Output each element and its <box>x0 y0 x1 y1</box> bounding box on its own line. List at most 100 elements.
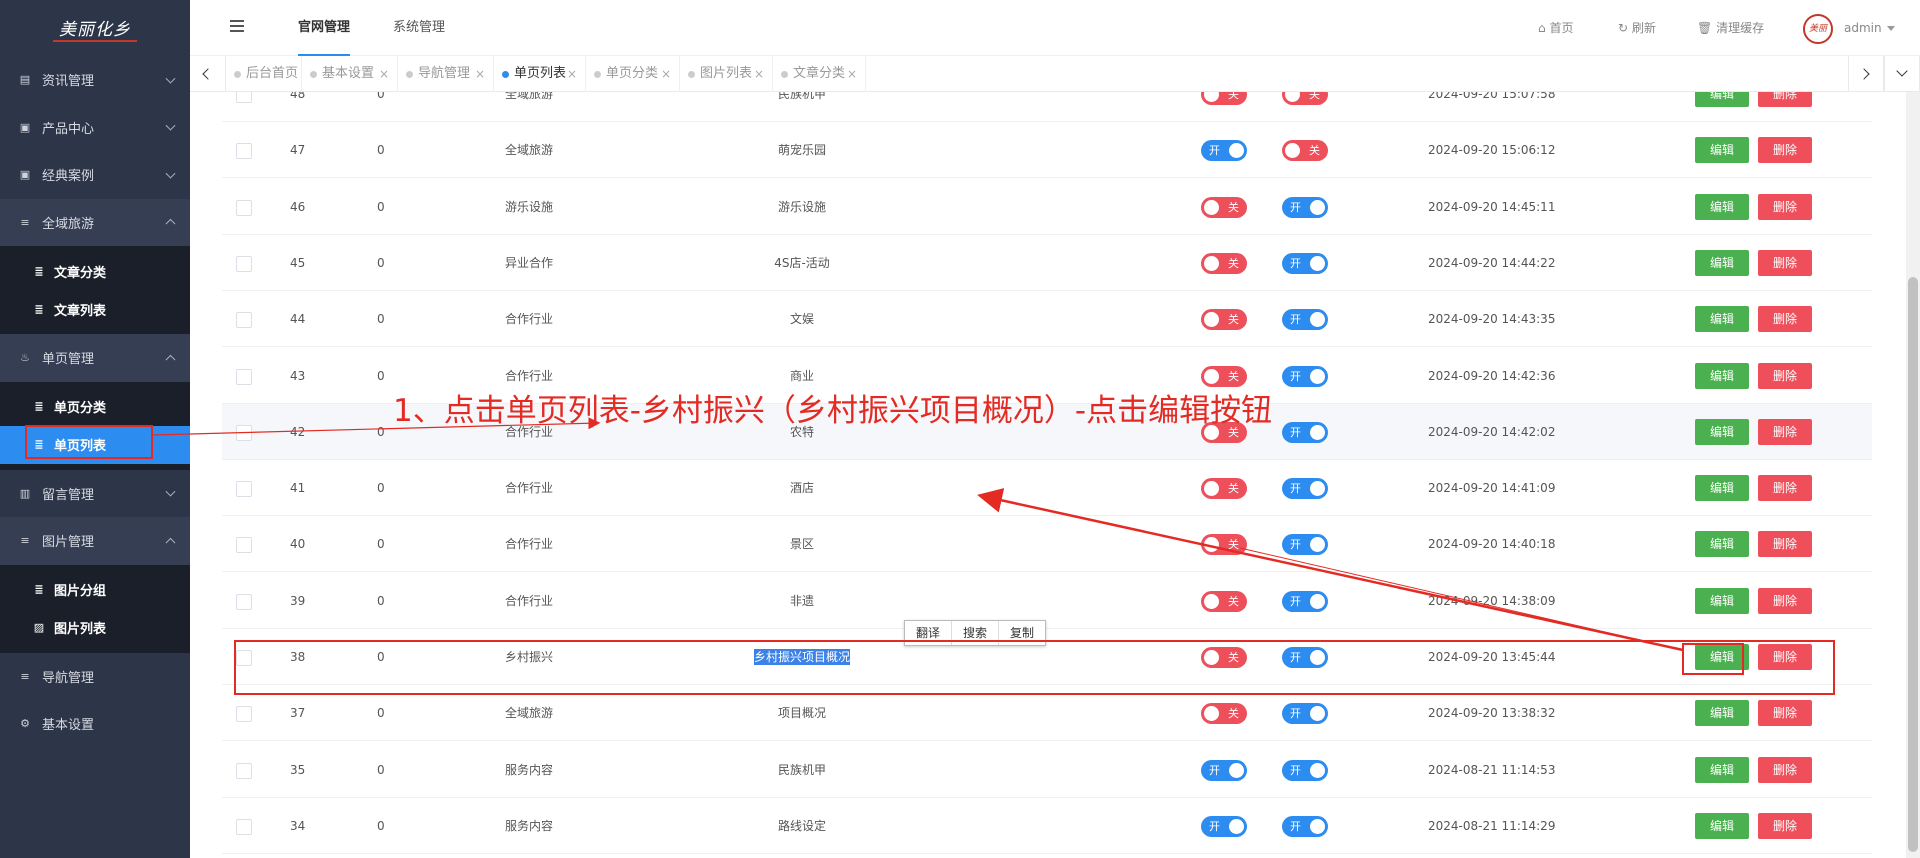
delete-button[interactable]: 删除 <box>1758 812 1812 839</box>
status-toggle[interactable]: 关 <box>1201 534 1247 556</box>
delete-button[interactable]: 删除 <box>1758 249 1812 276</box>
recommend-toggle[interactable]: 开 <box>1282 196 1328 218</box>
recommend-toggle[interactable]: 开 <box>1282 534 1328 556</box>
sidebar-item-2[interactable]: ▣ 经典案例 <box>0 151 190 199</box>
delete-button[interactable]: 删除 <box>1758 362 1812 389</box>
page-tab[interactable]: 单页分类 × <box>586 56 680 92</box>
delete-button[interactable]: 删除 <box>1758 475 1812 502</box>
tabs-scroll-left-icon[interactable] <box>190 56 226 92</box>
recommend-toggle[interactable]: 开 <box>1282 478 1328 500</box>
close-icon[interactable]: × <box>754 56 764 92</box>
edit-button[interactable]: 编辑 <box>1695 587 1749 614</box>
sidebar-item-3[interactable]: ≡ 全域旅游 <box>0 198 190 246</box>
sidebar-subitem[interactable]: ▨ 图片列表 <box>0 609 190 647</box>
tab-system-management[interactable]: 系统管理 <box>393 0 445 56</box>
avatar[interactable]: 美丽 <box>1803 14 1833 44</box>
status-toggle[interactable]: 关 <box>1201 196 1247 218</box>
sidebar-item-8[interactable]: ⚙ 基本设置 <box>0 700 190 748</box>
refresh-link[interactable]: ↻ 刷新 <box>1618 0 1656 56</box>
recommend-toggle[interactable]: 关 <box>1282 92 1328 105</box>
home-link[interactable]: ⌂ 首页 <box>1538 0 1573 56</box>
status-toggle[interactable]: 关 <box>1201 309 1247 331</box>
menu-toggle-icon[interactable] <box>230 20 244 32</box>
edit-button[interactable]: 编辑 <box>1695 92 1749 107</box>
delete-button[interactable]: 删除 <box>1758 193 1812 220</box>
recommend-toggle[interactable]: 关 <box>1282 140 1328 162</box>
edit-button[interactable]: 编辑 <box>1695 812 1749 839</box>
status-toggle[interactable]: 开 <box>1201 759 1247 781</box>
row-checkbox[interactable] <box>236 762 252 779</box>
sidebar-item-5[interactable]: ▥ 留言管理 <box>0 470 190 518</box>
edit-button[interactable]: 编辑 <box>1695 306 1749 333</box>
edit-button[interactable]: 编辑 <box>1695 249 1749 276</box>
recommend-toggle[interactable]: 开 <box>1282 309 1328 331</box>
scrollbar[interactable] <box>1906 92 1920 858</box>
edit-button[interactable]: 编辑 <box>1695 418 1749 445</box>
user-menu[interactable]: admin <box>1844 0 1895 56</box>
recommend-toggle[interactable]: 开 <box>1282 590 1328 612</box>
status-toggle[interactable]: 关 <box>1201 478 1247 500</box>
delete-button[interactable]: 删除 <box>1758 306 1812 333</box>
tabs-scroll-right-icon[interactable] <box>1848 56 1884 92</box>
row-checkbox[interactable] <box>236 818 252 835</box>
sidebar-item-1[interactable]: ▣ 产品中心 <box>0 104 190 152</box>
status-toggle[interactable]: 开 <box>1201 140 1247 162</box>
status-toggle[interactable]: 关 <box>1201 365 1247 387</box>
logo[interactable]: 美丽化乡 <box>0 0 190 56</box>
recommend-toggle[interactable]: 开 <box>1282 703 1328 725</box>
status-toggle[interactable]: 关 <box>1201 92 1247 105</box>
edit-button[interactable]: 编辑 <box>1695 700 1749 727</box>
edit-button[interactable]: 编辑 <box>1695 531 1749 558</box>
delete-button[interactable]: 删除 <box>1758 137 1812 164</box>
row-checkbox[interactable] <box>236 143 252 160</box>
edit-button[interactable]: 编辑 <box>1695 475 1749 502</box>
recommend-toggle[interactable]: 开 <box>1282 421 1328 443</box>
recommend-toggle[interactable]: 开 <box>1282 365 1328 387</box>
recommend-toggle[interactable]: 开 <box>1282 252 1328 274</box>
tab-website-management[interactable]: 官网管理 <box>298 0 351 56</box>
edit-button[interactable]: 编辑 <box>1695 137 1749 164</box>
close-icon[interactable]: × <box>475 56 485 92</box>
sidebar-item-7[interactable]: ≡ 导航管理 <box>0 653 190 701</box>
row-checkbox[interactable] <box>236 92 252 103</box>
status-toggle[interactable]: 关 <box>1201 703 1247 725</box>
row-checkbox[interactable] <box>236 199 252 216</box>
page-tab[interactable]: 单页列表 × <box>494 56 586 92</box>
page-tab[interactable]: 基本设置 × <box>302 56 398 92</box>
status-toggle[interactable]: 关 <box>1201 590 1247 612</box>
row-checkbox[interactable] <box>236 537 252 554</box>
edit-button[interactable]: 编辑 <box>1695 756 1749 783</box>
page-tab[interactable]: 后台首页 <box>226 56 302 92</box>
sidebar-subitem[interactable]: ≣ 单页分类 <box>0 388 190 426</box>
clear-cache-link[interactable]: 🗑 清理缓存 <box>1697 0 1764 56</box>
row-checkbox[interactable] <box>236 368 252 385</box>
row-checkbox[interactable] <box>236 255 252 272</box>
close-icon[interactable]: × <box>379 56 389 92</box>
status-toggle[interactable]: 开 <box>1201 815 1247 837</box>
recommend-toggle[interactable]: 开 <box>1282 815 1328 837</box>
status-toggle[interactable]: 关 <box>1201 252 1247 274</box>
row-checkbox[interactable] <box>236 706 252 723</box>
close-icon[interactable]: × <box>847 56 857 92</box>
sidebar-item-0[interactable]: ▤ 资讯管理 <box>0 56 190 104</box>
page-tab[interactable]: 导航管理 × <box>398 56 494 92</box>
delete-button[interactable]: 删除 <box>1758 700 1812 727</box>
delete-button[interactable]: 删除 <box>1758 587 1812 614</box>
sidebar-subitem[interactable]: ≣ 图片分组 <box>0 571 190 609</box>
row-checkbox[interactable] <box>236 481 252 498</box>
sidebar-item-4[interactable]: ♨ 单页管理 <box>0 334 190 382</box>
sidebar-subitem[interactable]: ≣ 文章分类 <box>0 252 190 290</box>
delete-button[interactable]: 删除 <box>1758 418 1812 445</box>
tabs-menu-chevron-down-icon[interactable] <box>1884 56 1920 92</box>
delete-button[interactable]: 删除 <box>1758 756 1812 783</box>
delete-button[interactable]: 删除 <box>1758 92 1812 107</box>
sidebar-subitem[interactable]: ≣ 文章列表 <box>0 290 190 328</box>
row-checkbox[interactable] <box>236 312 252 329</box>
delete-button[interactable]: 删除 <box>1758 531 1812 558</box>
sidebar-item-6[interactable]: ≡ 图片管理 <box>0 517 190 565</box>
scrollbar-thumb[interactable] <box>1908 277 1918 852</box>
edit-button[interactable]: 编辑 <box>1695 193 1749 220</box>
edit-button[interactable]: 编辑 <box>1695 362 1749 389</box>
close-icon[interactable]: × <box>661 56 671 92</box>
recommend-toggle[interactable]: 开 <box>1282 759 1328 781</box>
